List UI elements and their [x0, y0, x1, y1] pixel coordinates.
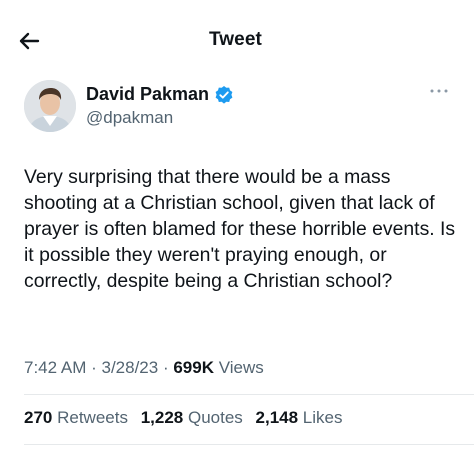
author-name-row[interactable]: David Pakman: [86, 84, 234, 105]
likes-count: 2,148: [255, 408, 299, 427]
retweets-count: 270: [24, 408, 53, 427]
tweet-stats: 270 Retweets 1,228 Quotes 2,148 Likes: [24, 408, 351, 428]
avatar[interactable]: [24, 80, 76, 132]
retweets-label: Retweets: [52, 408, 128, 427]
author-name[interactable]: David Pakman: [86, 84, 209, 105]
meta-separator: ·: [158, 358, 174, 377]
likes-stat[interactable]: 2,148 Likes: [256, 408, 343, 427]
meta-separator: ·: [86, 358, 102, 377]
quotes-label: Quotes: [183, 408, 243, 427]
tweet-time[interactable]: 7:42 AM: [24, 358, 86, 377]
quotes-count: 1,228: [140, 408, 184, 427]
author-handle[interactable]: @dpakman: [86, 108, 173, 128]
views-label: Views: [213, 358, 264, 377]
avatar-image: [24, 80, 76, 132]
tweet-header: Tweet: [0, 0, 474, 78]
retweets-stat[interactable]: 270 Retweets: [24, 408, 128, 427]
quotes-stat[interactable]: 1,228 Quotes: [141, 408, 243, 427]
divider: [24, 394, 474, 395]
divider: [24, 444, 474, 445]
more-horizontal-icon[interactable]: [428, 84, 450, 98]
views-count[interactable]: 699K: [173, 358, 214, 377]
verified-badge-icon: [215, 85, 233, 104]
arrow-left-icon[interactable]: [14, 26, 44, 56]
tweet-text: Very surprising that there would be a ma…: [24, 166, 456, 292]
page-title: Tweet: [209, 29, 262, 50]
likes-label: Likes: [298, 408, 343, 427]
tweet-date[interactable]: 3/28/23: [101, 358, 158, 377]
tweet-meta: 7:42 AM · 3/28/23 · 699K Views: [24, 358, 264, 378]
